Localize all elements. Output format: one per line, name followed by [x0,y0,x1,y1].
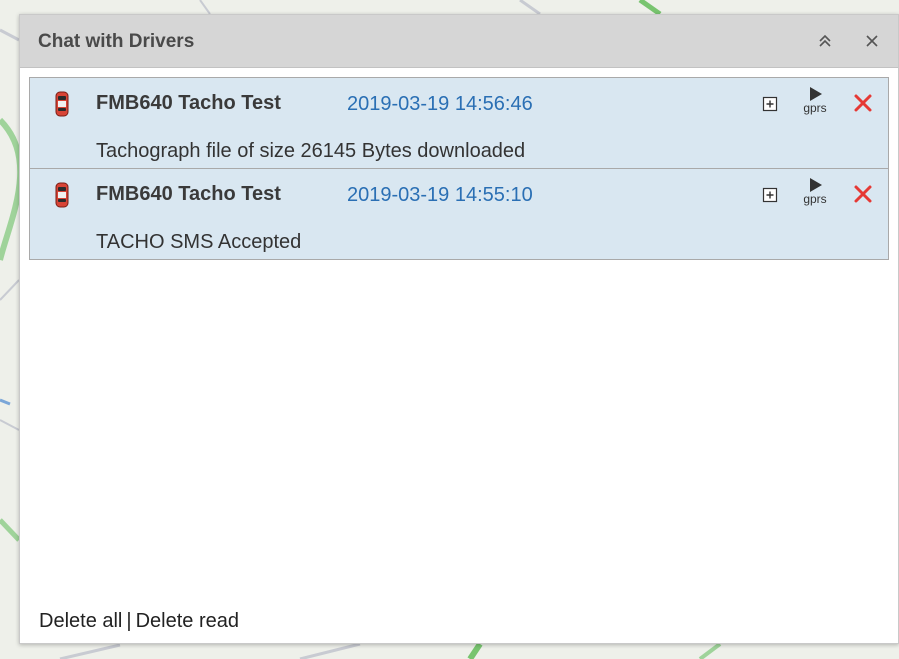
red-x-icon[interactable] [852,183,874,205]
panel-footer: Delete all | Delete read [39,610,239,633]
close-icon[interactable] [860,29,884,53]
message-list: FMB640 Tacho Test 2019-03-19 14:56:46 gp… [29,77,889,260]
delete-all-link[interactable]: Delete all [39,610,122,632]
chat-with-drivers-panel: Chat with Drivers FMB640 Tacho Test 2019… [19,14,899,644]
driver-name: FMB640 Tacho Test [96,183,281,205]
panel-header: Chat with Drivers [20,15,898,68]
double-chevron-up-icon[interactable] [813,29,837,53]
message-text: Tachograph file of size 26145 Bytes down… [96,140,526,162]
message-item[interactable]: FMB640 Tacho Test 2019-03-19 14:55:10 gp… [29,168,889,260]
plus-square-icon[interactable] [762,187,778,203]
gprs-label: gprs [803,101,827,115]
panel-title: Chat with Drivers [38,31,195,52]
car-icon [55,182,69,208]
car-icon [55,91,69,117]
red-x-icon[interactable] [852,92,874,114]
driver-name: FMB640 Tacho Test [96,92,281,114]
send-gprs-button[interactable]: gprs [798,176,832,210]
gprs-label: gprs [803,192,827,206]
message-item[interactable]: FMB640 Tacho Test 2019-03-19 14:56:46 gp… [29,77,889,169]
message-timestamp: 2019-03-19 14:56:46 [347,93,533,115]
delete-read-link[interactable]: Delete read [136,610,239,632]
footer-separator: | [126,610,132,632]
send-gprs-button[interactable]: gprs [798,85,832,119]
plus-square-icon[interactable] [762,96,778,112]
message-text: TACHO SMS Accepted [96,231,302,253]
message-timestamp: 2019-03-19 14:55:10 [347,184,533,206]
